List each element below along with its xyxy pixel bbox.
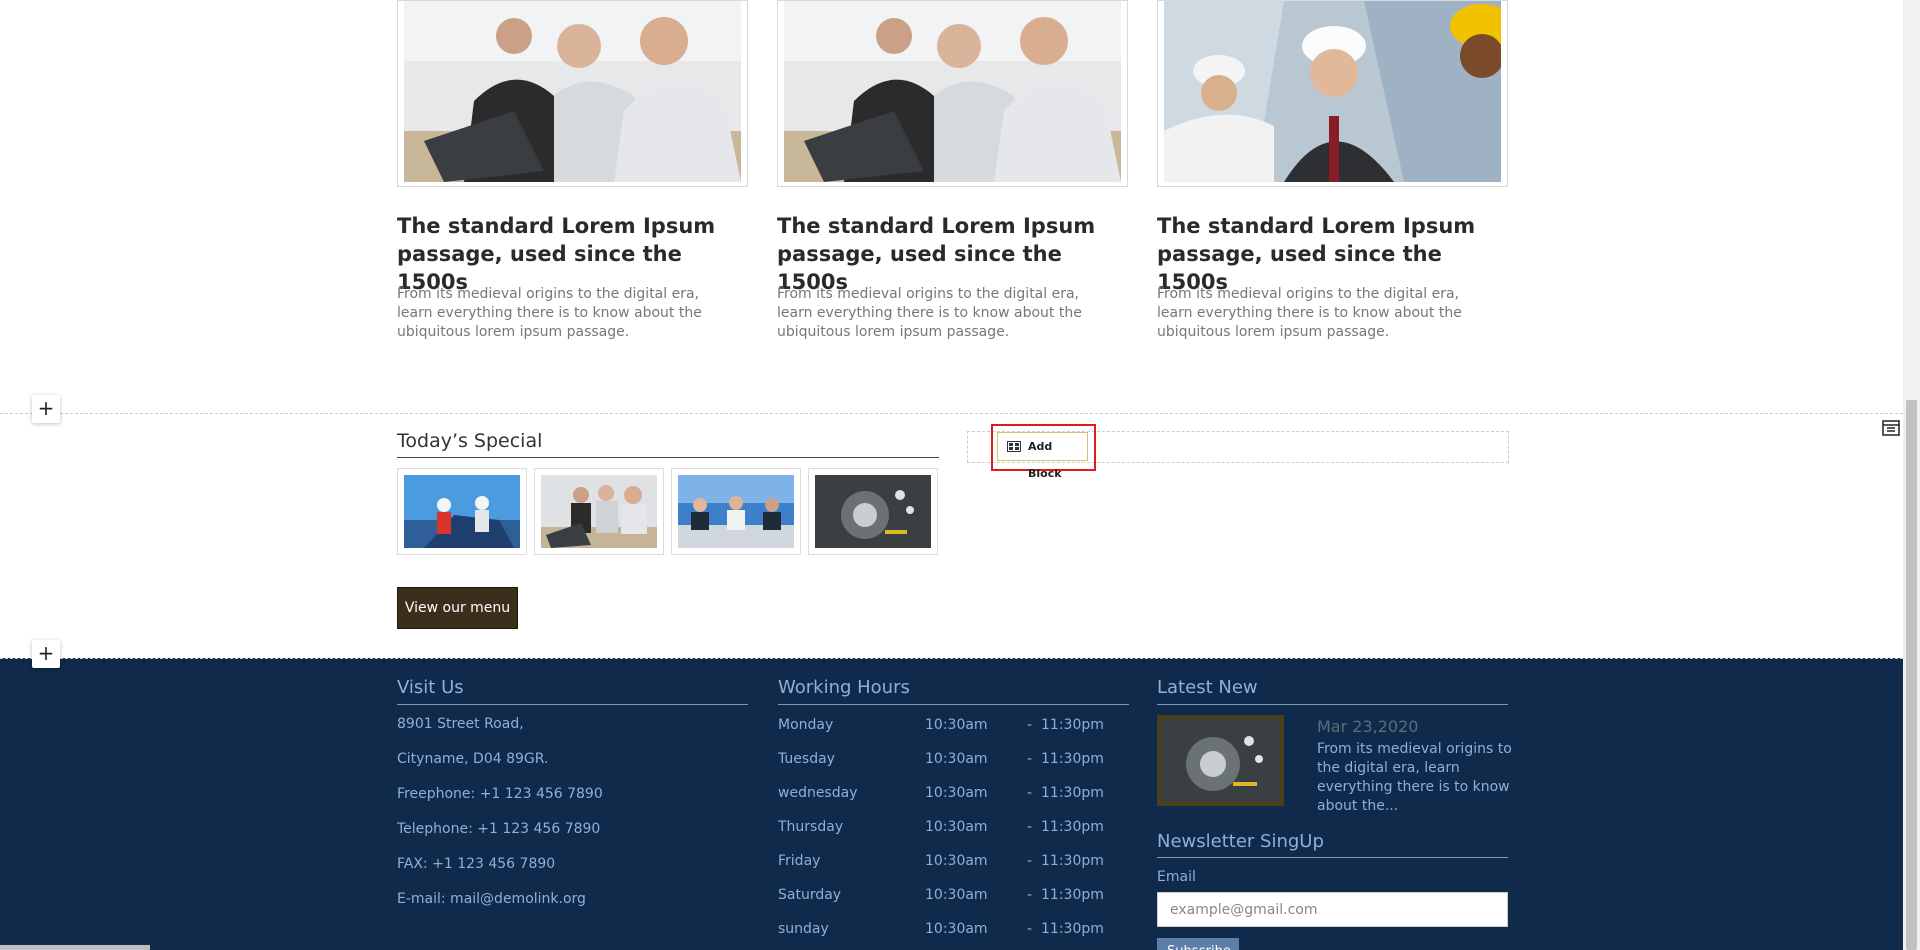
hours-separator: - bbox=[1027, 819, 1033, 835]
working-hours-title: Working Hours bbox=[778, 677, 910, 698]
article-title[interactable]: The standard Lorem Ipsum passage, used s… bbox=[777, 212, 1128, 296]
hours-close: 11:30pm bbox=[1041, 717, 1104, 733]
article-title[interactable]: The standard Lorem Ipsum passage, used s… bbox=[1157, 212, 1508, 296]
article-excerpt: From its medieval origins to the digital… bbox=[777, 286, 1082, 340]
special-thumbnail[interactable] bbox=[808, 468, 938, 555]
hours-close: 11:30pm bbox=[1041, 785, 1104, 801]
hours-day: Thursday bbox=[778, 819, 844, 835]
article-image[interactable] bbox=[1157, 0, 1508, 187]
newsletter-title: Newsletter SingUp bbox=[1157, 831, 1324, 852]
visit-us-title: Visit Us bbox=[397, 677, 464, 698]
hours-day: Tuesday bbox=[778, 751, 835, 767]
horizontal-scroll-thumb[interactable] bbox=[0, 945, 150, 950]
special-thumbnail[interactable] bbox=[534, 468, 664, 555]
address-line: Cityname, D04 89GR. bbox=[397, 751, 549, 767]
hours-day: Saturday bbox=[778, 887, 842, 903]
hours-row: wednesday 10:30am - 11:30pm bbox=[778, 785, 1129, 805]
hours-open: 10:30am bbox=[925, 921, 988, 937]
visit-us-rule bbox=[397, 704, 748, 705]
article-excerpt: From its medieval origins to the digital… bbox=[1157, 286, 1462, 340]
hours-open: 10:30am bbox=[925, 887, 988, 903]
add-row-button[interactable]: + bbox=[32, 395, 60, 423]
layout-panel-icon bbox=[1882, 420, 1900, 436]
conference-photo bbox=[678, 475, 794, 548]
add-block-button[interactable]: Add Block bbox=[997, 432, 1088, 480]
tech-interface-photo bbox=[815, 475, 931, 548]
hours-close: 11:30pm bbox=[1041, 921, 1104, 937]
hours-separator: - bbox=[1027, 853, 1033, 869]
fax-line: FAX: +1 123 456 7890 bbox=[397, 856, 556, 872]
hours-separator: - bbox=[1027, 921, 1033, 937]
hours-close: 11:30pm bbox=[1041, 751, 1104, 767]
meeting-photo bbox=[784, 1, 1121, 182]
solar-workers-photo bbox=[404, 475, 520, 548]
view-menu-button[interactable]: View our menu bbox=[397, 587, 518, 629]
news-date: Mar 23,2020 bbox=[1317, 717, 1419, 736]
meeting-photo bbox=[404, 1, 741, 182]
telephone-line: Telephone: +1 123 456 7890 bbox=[397, 821, 601, 837]
hours-close: 11:30pm bbox=[1041, 819, 1104, 835]
special-title-rule bbox=[397, 457, 939, 458]
newsletter-rule bbox=[1157, 857, 1508, 858]
address-line: 8901 Street Road, bbox=[397, 716, 524, 732]
hours-open: 10:30am bbox=[925, 785, 988, 801]
email-line[interactable]: E-mail: mail@demolink.org bbox=[397, 891, 586, 907]
article-image[interactable] bbox=[777, 0, 1128, 187]
working-hours-rule bbox=[778, 704, 1129, 705]
hours-close: 11:30pm bbox=[1041, 887, 1104, 903]
news-excerpt[interactable]: From its medieval origins to the digital… bbox=[1317, 740, 1517, 816]
hours-row: Friday 10:30am - 11:30pm bbox=[778, 853, 1129, 873]
scrollbar-thumb[interactable] bbox=[1906, 400, 1917, 950]
side-panel-toggle[interactable] bbox=[1878, 416, 1903, 441]
hours-separator: - bbox=[1027, 717, 1033, 733]
newsletter-email-input[interactable] bbox=[1157, 892, 1508, 927]
hours-close: 11:30pm bbox=[1041, 853, 1104, 869]
section-divider bbox=[0, 413, 1903, 414]
engineers-photo bbox=[1164, 1, 1501, 182]
hours-day: wednesday bbox=[778, 785, 858, 801]
footer-divider bbox=[0, 658, 1903, 659]
hours-open: 10:30am bbox=[925, 853, 988, 869]
hours-separator: - bbox=[1027, 785, 1033, 801]
tech-interface-photo bbox=[1161, 719, 1280, 802]
hours-day: sunday bbox=[778, 921, 829, 937]
hours-separator: - bbox=[1027, 751, 1033, 767]
add-row-button[interactable]: + bbox=[32, 640, 60, 668]
hours-row: Saturday 10:30am - 11:30pm bbox=[778, 887, 1129, 907]
page: The standard Lorem Ipsum passage, used s… bbox=[0, 0, 1920, 950]
hours-open: 10:30am bbox=[925, 751, 988, 767]
article-title[interactable]: The standard Lorem Ipsum passage, used s… bbox=[397, 212, 748, 296]
meeting-photo bbox=[541, 475, 657, 548]
hours-open: 10:30am bbox=[925, 819, 988, 835]
hours-row: Monday 10:30am - 11:30pm bbox=[778, 717, 1129, 737]
email-label: Email bbox=[1157, 869, 1196, 885]
article-image[interactable] bbox=[397, 0, 748, 187]
hours-open: 10:30am bbox=[925, 717, 988, 733]
block-grid-icon bbox=[1007, 441, 1021, 452]
special-thumbnail[interactable] bbox=[671, 468, 801, 555]
hours-day: Monday bbox=[778, 717, 834, 733]
freephone-line: Freephone: +1 123 456 7890 bbox=[397, 786, 603, 802]
special-thumbnail[interactable] bbox=[397, 468, 527, 555]
hours-row: sunday 10:30am - 11:30pm bbox=[778, 921, 1129, 941]
add-block-label: Add Block bbox=[1028, 440, 1062, 480]
hours-row: Thursday 10:30am - 11:30pm bbox=[778, 819, 1129, 839]
hours-separator: - bbox=[1027, 887, 1033, 903]
latest-news-title: Latest New bbox=[1157, 677, 1258, 698]
latest-news-rule bbox=[1157, 704, 1508, 705]
hours-day: Friday bbox=[778, 853, 821, 869]
hours-row: Tuesday 10:30am - 11:30pm bbox=[778, 751, 1129, 771]
special-title: Today’s Special bbox=[397, 430, 543, 452]
news-thumbnail[interactable] bbox=[1157, 715, 1284, 806]
subscribe-button[interactable]: Subscribe bbox=[1157, 938, 1239, 950]
article-excerpt: From its medieval origins to the digital… bbox=[397, 286, 702, 340]
